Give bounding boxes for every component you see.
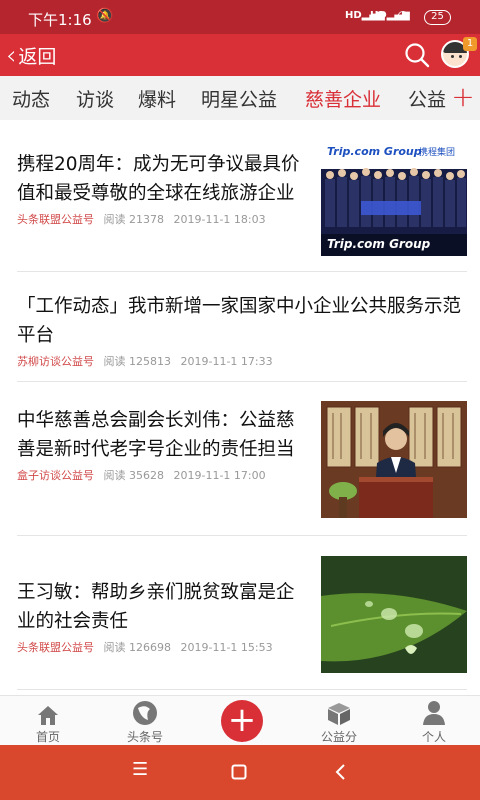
news-title[interactable]: 中华慈善总会副会长刘伟：公益慈善是新时代老字号企业的责任担当 bbox=[17, 406, 307, 464]
brand-logo-bottom: Trip.com Group bbox=[327, 237, 431, 251]
news-reads: 阅读 125813 bbox=[103, 355, 172, 368]
news-title[interactable]: 携程20周年：成为无可争议最具价值和最受尊敬的全球在线旅游企业 bbox=[17, 150, 307, 208]
news-thumbnail[interactable] bbox=[321, 556, 467, 673]
news-thumbnail[interactable] bbox=[321, 401, 467, 518]
person-icon bbox=[423, 701, 445, 725]
search-icon[interactable] bbox=[404, 42, 430, 68]
menu-icon[interactable]: ☰ bbox=[132, 759, 148, 780]
avatar-eye bbox=[459, 55, 462, 58]
news-item[interactable]: 中华慈善总会副会长刘伟：公益慈善是新时代老字号企业的责任担当 盒子访谈公益号 阅… bbox=[17, 382, 467, 536]
tab-dongtai[interactable]: 动态 bbox=[12, 85, 50, 112]
tab-gongyi[interactable]: 公益 bbox=[408, 85, 446, 112]
news-time: 2019-11-1 18:03 bbox=[173, 213, 266, 226]
status-bar: 下午1:16 🔕 HD▂▄▆ HD▂▄▆ ◠ 25 bbox=[0, 0, 480, 34]
news-meta: 头条联盟公益号 阅读 21378 2019-11-1 18:03 bbox=[17, 211, 307, 227]
home-square-icon[interactable] bbox=[231, 764, 247, 780]
top-nav-bar: ‹ 返回 1 bbox=[0, 34, 480, 76]
mute-icon: 🔕 bbox=[96, 8, 114, 24]
tab-profile[interactable]: 个人 bbox=[399, 700, 469, 745]
plus-icon[interactable]: + bbox=[221, 700, 263, 742]
news-source[interactable]: 头条联盟公益号 bbox=[17, 641, 94, 654]
news-item[interactable]: 「工作动态」我市新增一家国家中小企业公共服务示范平台 苏柳访谈公益号 阅读 12… bbox=[17, 272, 467, 382]
tab-baoliao[interactable]: 爆料 bbox=[138, 85, 176, 112]
news-reads: 阅读 35628 bbox=[103, 469, 165, 482]
back-arrow-icon[interactable] bbox=[334, 763, 346, 781]
news-item[interactable]: Trip.com Group 携程集团 Trip.com Group 携程20周… bbox=[17, 120, 467, 272]
back-label: 返回 bbox=[18, 46, 57, 68]
battery-icon: 25 bbox=[424, 10, 451, 25]
leaf-water-drop-photo bbox=[321, 556, 467, 673]
tab-headline-label: 头条号 bbox=[126, 730, 163, 744]
news-title[interactable]: 王习敏：帮助乡亲们脱贫致富是企业的社会责任 bbox=[17, 578, 307, 636]
brand-logo-top: Trip.com Group bbox=[327, 145, 422, 158]
headline-icon bbox=[133, 701, 157, 725]
wifi-icon: ◠ bbox=[397, 8, 410, 24]
tab-headline[interactable]: 头条号 bbox=[110, 700, 180, 745]
news-time: 2019-11-1 17:33 bbox=[180, 355, 273, 368]
speaker-photo bbox=[321, 401, 467, 518]
tab-cishan-qiye[interactable]: 慈善企业 bbox=[305, 85, 381, 112]
cube-icon bbox=[328, 703, 350, 725]
tab-fangtan[interactable]: 访谈 bbox=[76, 85, 114, 112]
avatar-eye bbox=[451, 55, 454, 58]
signal-label-2: HD bbox=[370, 10, 387, 21]
news-title[interactable]: 「工作动态」我市新增一家国家中小企业公共服务示范平台 bbox=[17, 292, 467, 350]
status-time: 下午1:16 bbox=[28, 11, 92, 29]
news-source[interactable]: 盒子访谈公益号 bbox=[17, 469, 94, 482]
back-button[interactable]: ‹ 返回 bbox=[6, 42, 56, 69]
notification-badge: 1 bbox=[463, 37, 477, 51]
chevron-left-icon: ‹ bbox=[6, 40, 17, 71]
news-meta: 盒子访谈公益号 阅读 35628 2019-11-1 17:00 bbox=[17, 467, 307, 483]
tab-home-label: 首页 bbox=[35, 730, 60, 744]
news-time: 2019-11-1 15:53 bbox=[180, 641, 273, 654]
news-reads: 阅读 126698 bbox=[103, 641, 172, 654]
news-reads: 阅读 21378 bbox=[103, 213, 165, 226]
news-source[interactable]: 头条联盟公益号 bbox=[17, 213, 94, 226]
signal-label: HD bbox=[345, 10, 362, 21]
news-meta: 头条联盟公益号 阅读 126698 2019-11-1 15:53 bbox=[17, 639, 307, 655]
tab-profile-label: 个人 bbox=[421, 730, 446, 744]
tab-mingxing[interactable]: 明星公益 bbox=[201, 85, 277, 112]
news-thumbnail[interactable]: Trip.com Group 携程集团 Trip.com Group bbox=[321, 139, 467, 256]
brand-logo-cn: 携程集团 bbox=[419, 148, 456, 158]
news-item[interactable]: 王习敏：帮助乡亲们脱贫致富是企业的社会责任 头条联盟公益号 阅读 126698 … bbox=[17, 536, 467, 690]
news-feed: Trip.com Group 携程集团 Trip.com Group 携程20周… bbox=[0, 120, 480, 695]
tab-points-label: 公益分 bbox=[320, 730, 357, 744]
news-source[interactable]: 苏柳访谈公益号 bbox=[17, 355, 94, 368]
tab-points[interactable]: 公益分 bbox=[304, 700, 374, 745]
screen: 下午1:16 🔕 HD▂▄▆ HD▂▄▆ ◠ 25 ‹ 返回 1 动态 访谈 爆… bbox=[0, 0, 480, 800]
bottom-tab-bar: 首页 头条号 + 公益分 个人 bbox=[0, 695, 480, 745]
add-tab-icon[interactable]: + bbox=[446, 76, 480, 120]
news-time: 2019-11-1 17:00 bbox=[173, 469, 266, 482]
category-tabs: 动态 访谈 爆料 明星公益 慈善企业 公益 + bbox=[0, 76, 480, 120]
news-meta: 苏柳访谈公益号 阅读 125813 2019-11-1 17:33 bbox=[17, 353, 467, 369]
tab-home[interactable]: 首页 bbox=[13, 700, 83, 745]
home-icon bbox=[38, 706, 58, 725]
system-nav-bar: ☰ bbox=[0, 745, 480, 800]
